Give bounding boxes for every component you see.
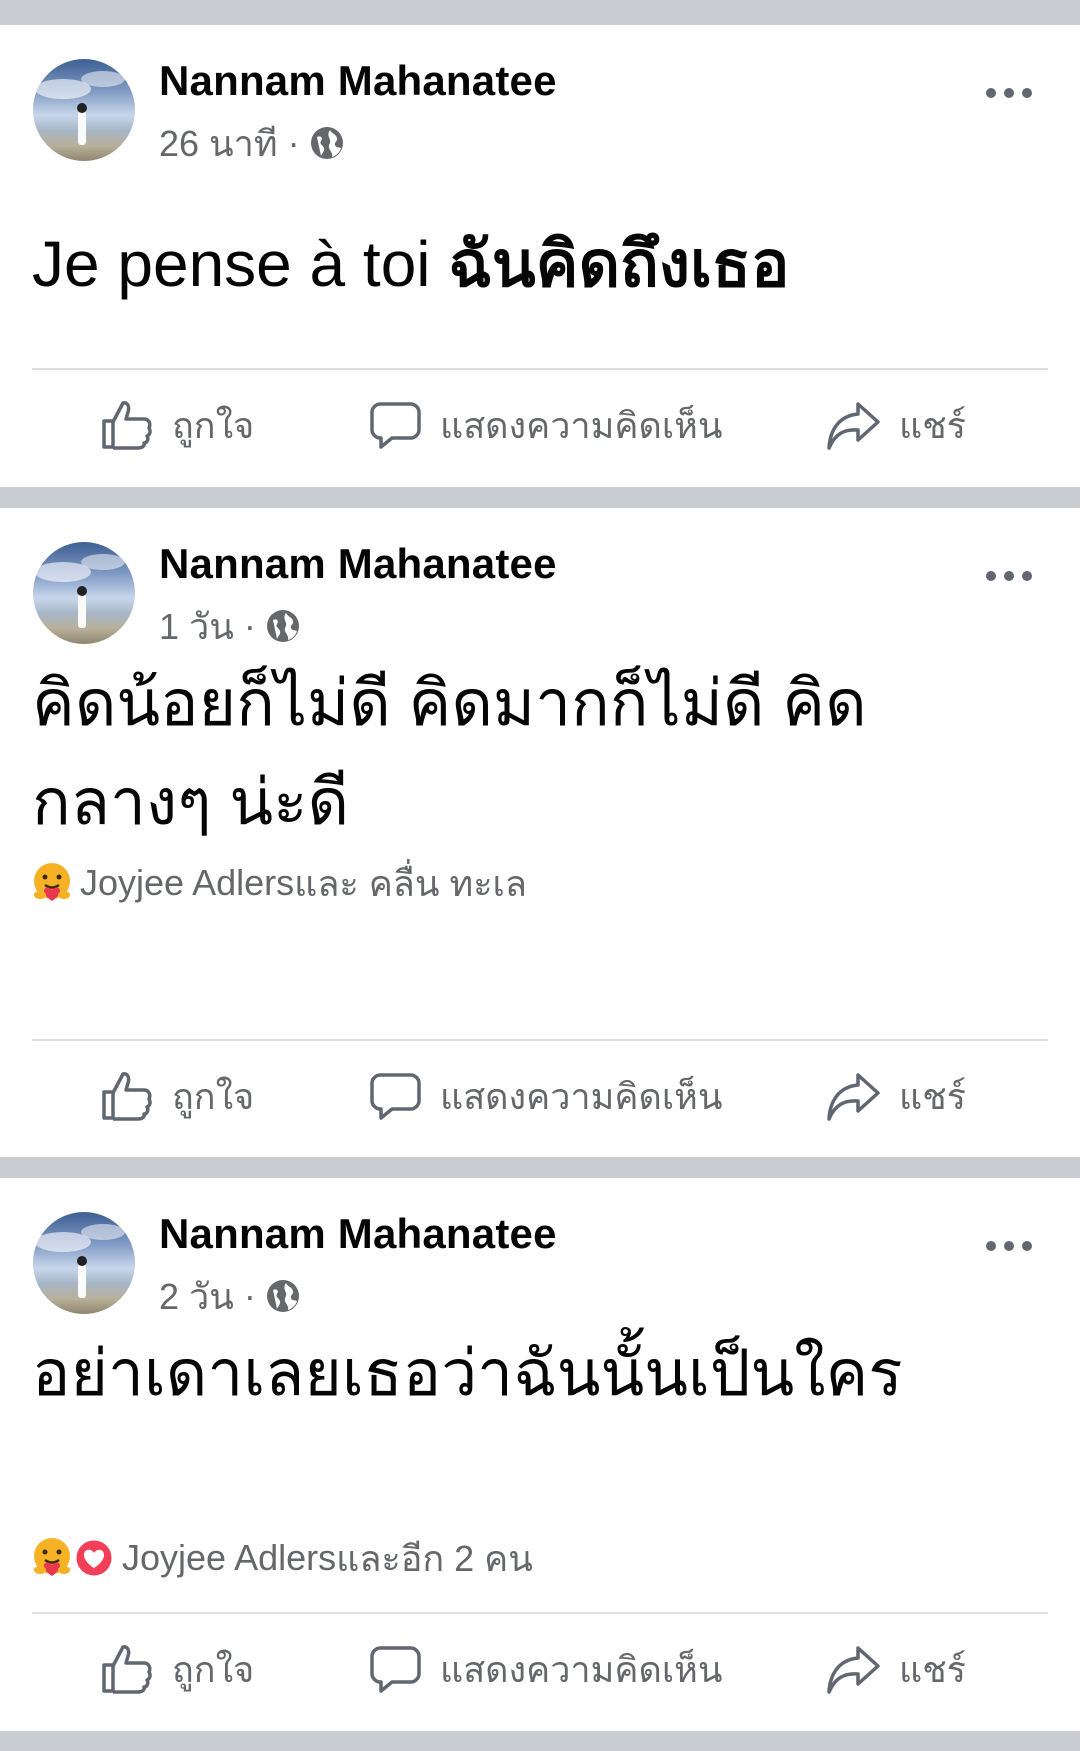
profile-avatar[interactable] <box>33 59 135 161</box>
comment-icon <box>370 1073 421 1120</box>
post-actions: ถูกใจ แสดงความคิดเห็น แชร์ <box>0 1041 1080 1151</box>
reaction-names: Joyjee Adlers <box>122 1537 337 1578</box>
comment-icon <box>370 1646 421 1693</box>
more-options-icon[interactable] <box>986 1236 1032 1256</box>
post-timestamp[interactable]: 2 วัน <box>159 1268 234 1325</box>
post-actions: ถูกใจ แสดงความคิดเห็น แชร์ <box>0 1614 1080 1724</box>
post-card: Nannam Mahanatee 26 นาที · Je pense à to… <box>0 25 1080 487</box>
share-button[interactable]: แชร์ <box>825 1614 966 1724</box>
post-header: Nannam Mahanatee 26 นาที · <box>0 25 1080 185</box>
love-heart-icon <box>73 1537 115 1579</box>
profile-avatar[interactable] <box>33 1212 135 1314</box>
share-label: แชร์ <box>899 1075 966 1117</box>
thumbs-up-icon <box>102 1072 152 1121</box>
comment-label: แสดงความคิดเห็น <box>440 404 723 446</box>
comment-icon <box>370 402 421 449</box>
like-label: ถูกใจ <box>172 1075 255 1117</box>
share-button[interactable]: แชร์ <box>825 370 966 480</box>
globe-icon <box>266 1280 299 1312</box>
post-text-line-1: อย่าเดาเลยเธอว่าฉันนั้นเป็นใคร <box>32 1337 903 1409</box>
share-arrow-icon <box>827 1073 880 1121</box>
post-header: Nannam Mahanatee 1 วัน · <box>0 508 1080 668</box>
post-timestamp[interactable]: 1 วัน <box>159 598 234 655</box>
comment-button[interactable]: แสดงความคิดเห็น <box>368 370 722 480</box>
share-label: แชร์ <box>899 404 966 446</box>
care-emoji-icon <box>34 1538 70 1576</box>
post-text-bold: ฉันคิดถึงเธอ <box>448 228 790 300</box>
care-emoji-icon <box>34 863 70 901</box>
comment-label: แสดงความคิดเห็น <box>440 1075 723 1117</box>
post-card: Nannam Mahanatee 1 วัน · คิดน้อยก็ไม่ดี … <box>0 508 1080 1157</box>
comment-button[interactable]: แสดงความคิดเห็น <box>368 1041 722 1151</box>
like-button[interactable]: ถูกใจ <box>100 1041 254 1151</box>
reactions-summary[interactable]: Joyjee Adlers และอีก 2 คน <box>30 1533 533 1583</box>
like-label: ถูกใจ <box>172 404 255 446</box>
news-feed: Nannam Mahanatee 26 นาที · Je pense à to… <box>0 0 1080 1751</box>
post-author-name[interactable]: Nannam Mahanatee <box>159 57 557 105</box>
post-timestamp[interactable]: 26 นาที <box>159 115 278 172</box>
globe-icon <box>310 127 343 159</box>
meta-separator: · <box>243 605 256 646</box>
like-button[interactable]: ถูกใจ <box>100 1614 254 1724</box>
like-label: ถูกใจ <box>172 1648 255 1690</box>
reactions-summary[interactable]: Joyjee Adlers และ คลื่น ทะเล <box>30 858 527 908</box>
post-author-name[interactable]: Nannam Mahanatee <box>159 1210 557 1258</box>
reaction-names: Joyjee Adlers <box>80 862 295 903</box>
share-label: แชร์ <box>899 1648 966 1690</box>
thumbs-up-icon <box>102 1645 152 1694</box>
post-meta: 2 วัน · <box>159 1274 300 1318</box>
share-button[interactable]: แชร์ <box>825 1041 966 1151</box>
comment-button[interactable]: แสดงความคิดเห็น <box>368 1614 722 1724</box>
more-options-icon[interactable] <box>986 83 1032 103</box>
post-meta: 1 วัน · <box>159 604 300 648</box>
thumbs-up-icon <box>102 401 152 450</box>
post-card: Nannam Mahanatee 2 วัน · อย่าเดาเลยเธอว่… <box>0 1178 1080 1731</box>
post-text-line-2: กลางๆ น่ะดี <box>32 766 349 838</box>
post-text: Je pense à toi ฉันคิดถึงเธอ <box>32 213 789 315</box>
comment-label: แสดงความคิดเห็น <box>440 1648 723 1690</box>
profile-avatar[interactable] <box>33 542 135 644</box>
globe-icon <box>266 610 299 642</box>
post-text-line-1: คิดน้อยก็ไม่ดี คิดมากก็ไม่ดี คิด <box>32 667 867 739</box>
reaction-others: และอีก 2 คน <box>336 1537 533 1579</box>
share-arrow-icon <box>827 402 880 450</box>
reaction-others: และ คลื่น ทะเล <box>294 862 527 904</box>
post-text-plain: Je pense à toi <box>32 228 449 300</box>
share-arrow-icon <box>827 1646 880 1694</box>
more-options-icon[interactable] <box>986 566 1032 586</box>
meta-separator: · <box>243 1275 256 1316</box>
meta-separator: · <box>287 122 300 163</box>
post-author-name[interactable]: Nannam Mahanatee <box>159 540 557 588</box>
post-actions: ถูกใจ แสดงความคิดเห็น แชร์ <box>0 370 1080 480</box>
post-header: Nannam Mahanatee 2 วัน · <box>0 1178 1080 1338</box>
like-button[interactable]: ถูกใจ <box>100 370 254 480</box>
post-meta: 26 นาที · <box>159 121 344 165</box>
